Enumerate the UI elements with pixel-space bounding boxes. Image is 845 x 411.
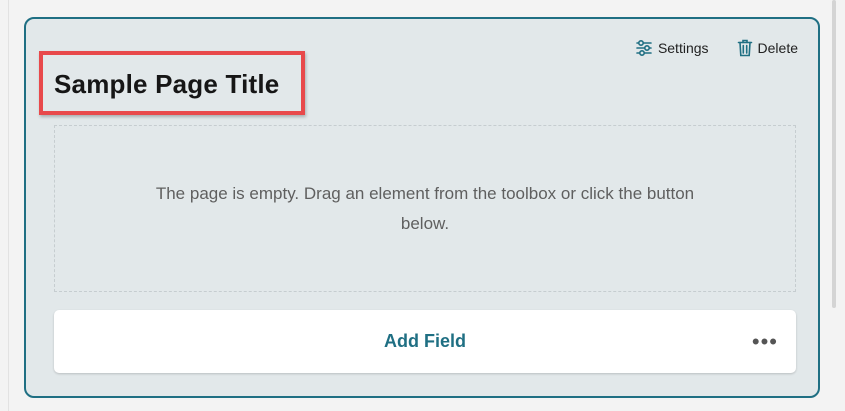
vertical-scrollbar[interactable] [832,0,836,308]
page-actions: Settings Delete [635,39,798,57]
delete-label: Delete [757,40,798,56]
empty-page-message: The page is empty. Drag an element from … [155,183,695,233]
settings-label: Settings [657,40,709,56]
trash-icon [737,39,753,57]
empty-drop-zone[interactable]: The page is empty. Drag an element from … [54,125,796,292]
more-options-icon[interactable]: ••• [752,330,778,353]
page-title[interactable]: Sample Page Title [54,69,279,100]
page-card[interactable]: Settings Delete Sample Page Title The pa… [24,17,820,398]
delete-button[interactable]: Delete [737,39,798,57]
add-field-bar: Add Field ••• [54,310,796,373]
settings-button[interactable]: Settings [635,39,709,57]
add-field-button[interactable]: Add Field [384,331,466,352]
settings-icon [635,39,653,57]
designer-canvas: Settings Delete Sample Page Title The pa… [0,0,845,411]
left-panel-edge [0,0,9,411]
